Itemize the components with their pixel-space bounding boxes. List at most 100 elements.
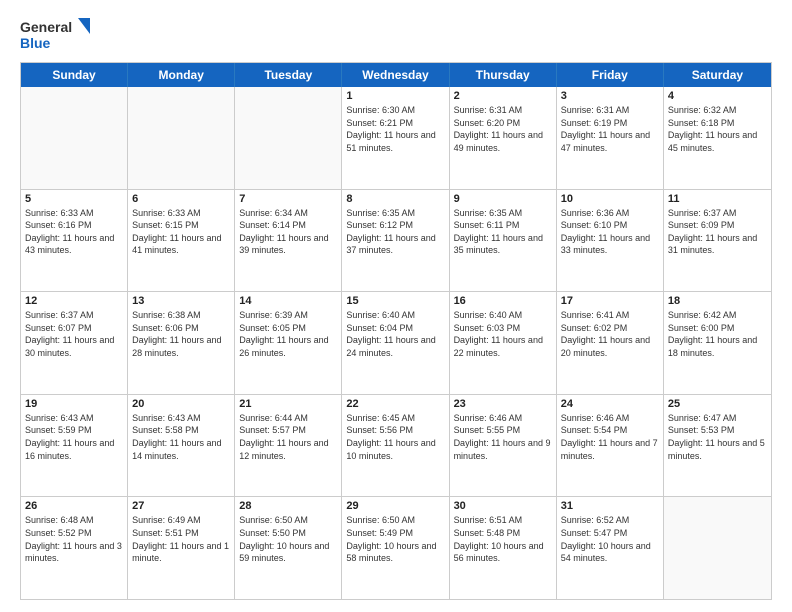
- calendar-header: SundayMondayTuesdayWednesdayThursdayFrid…: [21, 63, 771, 87]
- calendar-cell-4-2: 28Sunrise: 6:50 AM Sunset: 5:50 PM Dayli…: [235, 497, 342, 599]
- day-number: 14: [239, 295, 337, 307]
- calendar-cell-3-0: 19Sunrise: 6:43 AM Sunset: 5:59 PM Dayli…: [21, 395, 128, 497]
- day-number: 29: [346, 500, 444, 512]
- day-number: 17: [561, 295, 659, 307]
- cell-info: Sunrise: 6:45 AM Sunset: 5:56 PM Dayligh…: [346, 412, 444, 462]
- cell-info: Sunrise: 6:37 AM Sunset: 6:07 PM Dayligh…: [25, 309, 123, 359]
- day-number: 10: [561, 193, 659, 205]
- cell-info: Sunrise: 6:43 AM Sunset: 5:58 PM Dayligh…: [132, 412, 230, 462]
- day-number: 30: [454, 500, 552, 512]
- day-number: 11: [668, 193, 767, 205]
- cell-info: Sunrise: 6:44 AM Sunset: 5:57 PM Dayligh…: [239, 412, 337, 462]
- calendar-cell-0-6: 4 Sunrise: 6:32 AM Sunset: 6:18 PM Daylig…: [664, 87, 771, 189]
- calendar-cell-2-0: 12 Sunrise: 6:37 AM Sunset: 6:07 PM Dayli…: [21, 292, 128, 394]
- calendar-cell-2-2: 14Sunrise: 6:39 AM Sunset: 6:05 PM Dayli…: [235, 292, 342, 394]
- day-number: 25: [668, 398, 767, 410]
- day-number: 16: [454, 295, 552, 307]
- cell-info: Sunrise: 6:41 AM Sunset: 6:02 PM Dayligh…: [561, 309, 659, 359]
- calendar-cell-0-2: [235, 87, 342, 189]
- day-number: 18: [668, 295, 767, 307]
- calendar-cell-2-6: 18Sunrise: 6:42 AM Sunset: 6:00 PM Dayli…: [664, 292, 771, 394]
- calendar-cell-2-4: 16Sunrise: 6:40 AM Sunset: 6:03 PM Dayli…: [450, 292, 557, 394]
- weekday-header-saturday: Saturday: [664, 63, 771, 87]
- cell-info: Sunrise: 6:35 AM Sunset: 6:12 PM Dayligh…: [346, 207, 444, 257]
- calendar-cell-2-1: 13 Sunrise: 6:38 AM Sunset: 6:06 PM Dayli…: [128, 292, 235, 394]
- calendar-cell-3-6: 25 Sunrise: 6:47 AM Sunset: 5:53 PM Dayli…: [664, 395, 771, 497]
- weekday-header-tuesday: Tuesday: [235, 63, 342, 87]
- calendar-row-3: 19Sunrise: 6:43 AM Sunset: 5:59 PM Dayli…: [21, 395, 771, 498]
- calendar-cell-3-4: 23 Sunrise: 6:46 AM Sunset: 5:55 PM Dayli…: [450, 395, 557, 497]
- day-number: 4: [668, 90, 767, 102]
- day-number: 6: [132, 193, 230, 205]
- logo: GeneralBlue: [20, 16, 90, 52]
- weekday-header-friday: Friday: [557, 63, 664, 87]
- calendar-cell-2-5: 17 Sunrise: 6:41 AM Sunset: 6:02 PM Dayli…: [557, 292, 664, 394]
- calendar-cell-3-1: 20 Sunrise: 6:43 AM Sunset: 5:58 PM Dayli…: [128, 395, 235, 497]
- calendar-row-1: 5Sunrise: 6:33 AM Sunset: 6:16 PM Daylig…: [21, 190, 771, 293]
- day-number: 28: [239, 500, 337, 512]
- cell-info: Sunrise: 6:38 AM Sunset: 6:06 PM Dayligh…: [132, 309, 230, 359]
- calendar-cell-1-5: 10 Sunrise: 6:36 AM Sunset: 6:10 PM Dayli…: [557, 190, 664, 292]
- cell-info: Sunrise: 6:37 AM Sunset: 6:09 PM Dayligh…: [668, 207, 767, 257]
- day-number: 12: [25, 295, 123, 307]
- calendar-cell-0-4: 2Sunrise: 6:31 AM Sunset: 6:20 PM Daylig…: [450, 87, 557, 189]
- cell-info: Sunrise: 6:40 AM Sunset: 6:04 PM Dayligh…: [346, 309, 444, 359]
- cell-info: Sunrise: 6:48 AM Sunset: 5:52 PM Dayligh…: [25, 514, 123, 564]
- cell-info: Sunrise: 6:50 AM Sunset: 5:49 PM Dayligh…: [346, 514, 444, 564]
- weekday-header-monday: Monday: [128, 63, 235, 87]
- calendar-cell-0-1: [128, 87, 235, 189]
- calendar-cell-3-5: 24 Sunrise: 6:46 AM Sunset: 5:54 PM Dayli…: [557, 395, 664, 497]
- day-number: 15: [346, 295, 444, 307]
- cell-info: Sunrise: 6:36 AM Sunset: 6:10 PM Dayligh…: [561, 207, 659, 257]
- day-number: 19: [25, 398, 123, 410]
- calendar: SundayMondayTuesdayWednesdayThursdayFrid…: [20, 62, 772, 600]
- calendar-cell-1-0: 5Sunrise: 6:33 AM Sunset: 6:16 PM Daylig…: [21, 190, 128, 292]
- day-number: 31: [561, 500, 659, 512]
- calendar-row-2: 12 Sunrise: 6:37 AM Sunset: 6:07 PM Dayli…: [21, 292, 771, 395]
- cell-info: Sunrise: 6:33 AM Sunset: 6:15 PM Dayligh…: [132, 207, 230, 257]
- day-number: 27: [132, 500, 230, 512]
- calendar-body: 1 Sunrise: 6:30 AM Sunset: 6:21 PM Daylig…: [21, 87, 771, 599]
- day-number: 26: [25, 500, 123, 512]
- day-number: 22: [346, 398, 444, 410]
- calendar-cell-4-3: 29 Sunrise: 6:50 AM Sunset: 5:49 PM Dayli…: [342, 497, 449, 599]
- day-number: 8: [346, 193, 444, 205]
- day-number: 9: [454, 193, 552, 205]
- logo-svg: GeneralBlue: [20, 16, 90, 52]
- calendar-cell-3-2: 21 Sunrise: 6:44 AM Sunset: 5:57 PM Dayli…: [235, 395, 342, 497]
- day-number: 24: [561, 398, 659, 410]
- cell-info: Sunrise: 6:32 AM Sunset: 6:18 PM Dayligh…: [668, 104, 767, 154]
- calendar-cell-4-5: 31Sunrise: 6:52 AM Sunset: 5:47 PM Dayli…: [557, 497, 664, 599]
- weekday-header-sunday: Sunday: [21, 63, 128, 87]
- calendar-cell-4-4: 30 Sunrise: 6:51 AM Sunset: 5:48 PM Dayli…: [450, 497, 557, 599]
- day-number: 13: [132, 295, 230, 307]
- cell-info: Sunrise: 6:31 AM Sunset: 6:20 PM Dayligh…: [454, 104, 552, 154]
- calendar-cell-0-3: 1 Sunrise: 6:30 AM Sunset: 6:21 PM Daylig…: [342, 87, 449, 189]
- day-number: 3: [561, 90, 659, 102]
- calendar-cell-1-2: 7Sunrise: 6:34 AM Sunset: 6:14 PM Daylig…: [235, 190, 342, 292]
- day-number: 23: [454, 398, 552, 410]
- cell-info: Sunrise: 6:46 AM Sunset: 5:54 PM Dayligh…: [561, 412, 659, 462]
- calendar-row-4: 26 Sunrise: 6:48 AM Sunset: 5:52 PM Dayli…: [21, 497, 771, 599]
- cell-info: Sunrise: 6:31 AM Sunset: 6:19 PM Dayligh…: [561, 104, 659, 154]
- svg-text:General: General: [20, 19, 72, 35]
- cell-info: Sunrise: 6:46 AM Sunset: 5:55 PM Dayligh…: [454, 412, 552, 462]
- cell-info: Sunrise: 6:47 AM Sunset: 5:53 PM Dayligh…: [668, 412, 767, 462]
- weekday-header-thursday: Thursday: [450, 63, 557, 87]
- page: GeneralBlue SundayMondayTuesdayWednesday…: [0, 0, 792, 612]
- svg-text:Blue: Blue: [20, 35, 51, 51]
- cell-info: Sunrise: 6:34 AM Sunset: 6:14 PM Dayligh…: [239, 207, 337, 257]
- cell-info: Sunrise: 6:49 AM Sunset: 5:51 PM Dayligh…: [132, 514, 230, 564]
- calendar-cell-0-5: 3 Sunrise: 6:31 AM Sunset: 6:19 PM Daylig…: [557, 87, 664, 189]
- day-number: 20: [132, 398, 230, 410]
- cell-info: Sunrise: 6:35 AM Sunset: 6:11 PM Dayligh…: [454, 207, 552, 257]
- cell-info: Sunrise: 6:51 AM Sunset: 5:48 PM Dayligh…: [454, 514, 552, 564]
- day-number: 21: [239, 398, 337, 410]
- calendar-cell-1-4: 9 Sunrise: 6:35 AM Sunset: 6:11 PM Daylig…: [450, 190, 557, 292]
- weekday-header-wednesday: Wednesday: [342, 63, 449, 87]
- calendar-cell-1-3: 8 Sunrise: 6:35 AM Sunset: 6:12 PM Daylig…: [342, 190, 449, 292]
- calendar-cell-4-1: 27 Sunrise: 6:49 AM Sunset: 5:51 PM Dayli…: [128, 497, 235, 599]
- day-number: 1: [346, 90, 444, 102]
- calendar-cell-4-0: 26 Sunrise: 6:48 AM Sunset: 5:52 PM Dayli…: [21, 497, 128, 599]
- cell-info: Sunrise: 6:30 AM Sunset: 6:21 PM Dayligh…: [346, 104, 444, 154]
